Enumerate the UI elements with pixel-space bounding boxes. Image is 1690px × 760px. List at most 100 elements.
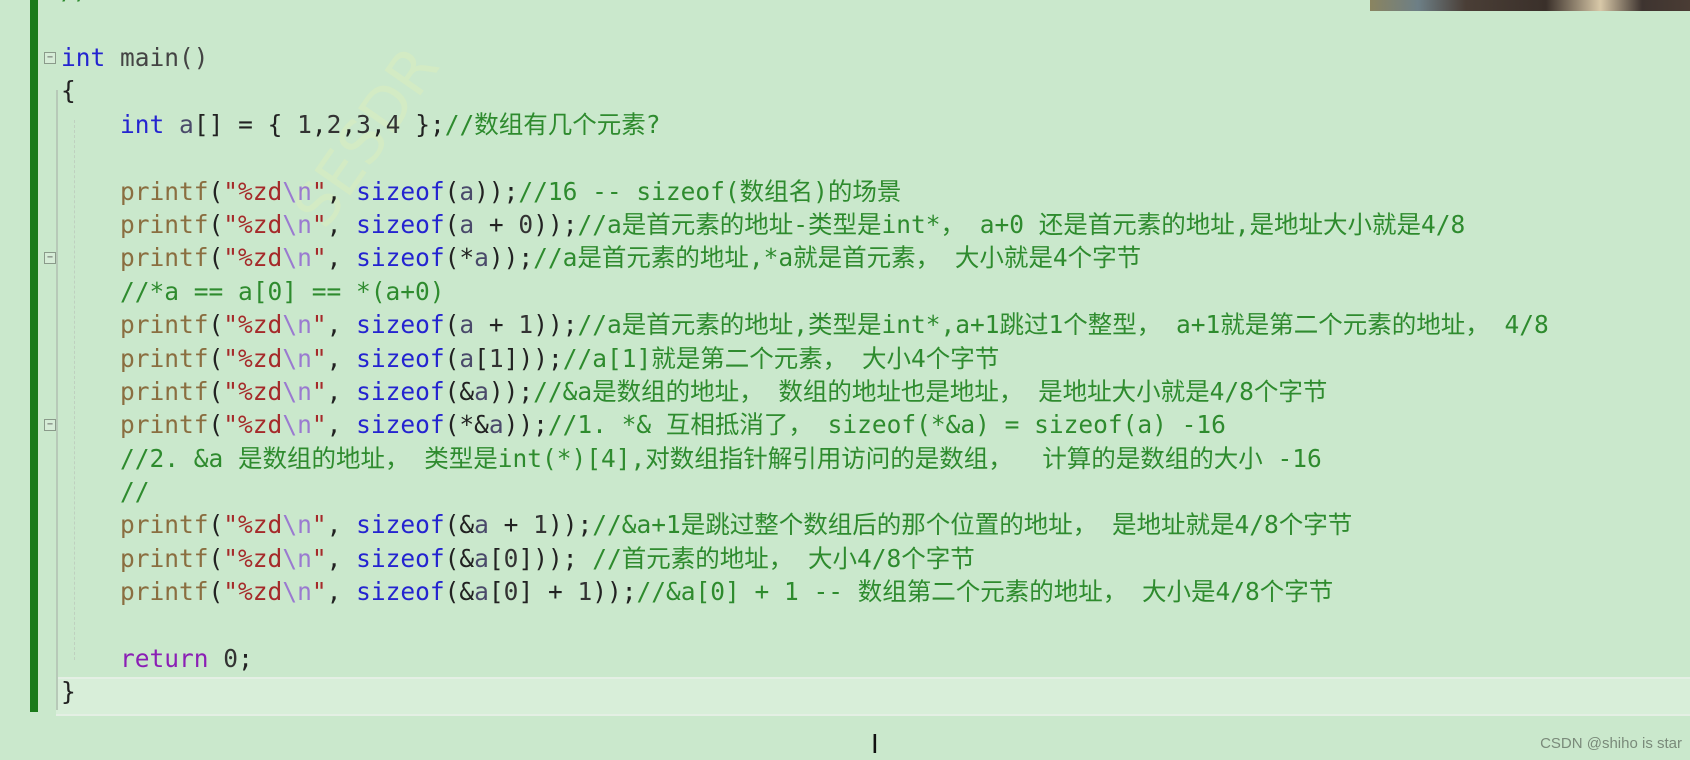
code-token: \n <box>282 376 312 406</box>
code-token: sizeof <box>356 543 445 573</box>
code-token: sizeof <box>356 209 445 239</box>
code-token: " <box>311 510 327 540</box>
code-token: )); <box>547 510 593 540</box>
code-line[interactable]: printf("%zd\n", sizeof(a));//16 -- sizeo… <box>61 175 1549 208</box>
code-comment: //*a == a[0] == *(a+0) <box>120 276 445 306</box>
code-editor[interactable]: //−int main(){ int a[] = { 1,2,3,4 };//数… <box>44 0 1549 742</box>
code-token: \n <box>282 310 312 340</box>
code-comment: //数组有几个元素? <box>444 109 661 139</box>
code-line[interactable]: } <box>61 675 1549 708</box>
code-token: " <box>311 243 327 273</box>
code-line[interactable] <box>61 609 1549 642</box>
collapse-box-icon[interactable]: − <box>44 419 56 432</box>
code-token: sizeof <box>356 577 445 607</box>
code-token: a <box>459 176 475 206</box>
code-token: , <box>326 209 357 239</box>
code-token: (& <box>444 510 475 540</box>
code-line[interactable]: // <box>61 475 1549 508</box>
code-token: ( <box>208 343 224 373</box>
code-token: \n <box>282 510 312 540</box>
code-line[interactable]: − printf("%zd\n", sizeof(*&a));//1. *& 互… <box>44 408 1549 441</box>
code-line[interactable]: printf("%zd\n", sizeof(a[1]));//a[1]就是第二… <box>61 342 1549 375</box>
code-line[interactable]: printf("%zd\n", sizeof(a + 0));//a是首元素的地… <box>61 208 1549 241</box>
code-token: ( <box>208 510 224 540</box>
csdn-watermark: CSDN @shiho is star <box>1540 735 1682 752</box>
code-comment: //&a[0] + 1 -- 数组第二个元素的地址， 大小是4/8个字节 <box>636 577 1334 607</box>
code-token: )); <box>474 176 519 206</box>
code-line[interactable]: return 0; <box>61 642 1549 675</box>
code-token: 0 <box>503 543 519 573</box>
code-comment: //a是首元素的地址-类型是int*， a+0 还是首元素的地址,是地址大小就是… <box>577 209 1466 239</box>
code-token: a <box>474 543 489 573</box>
code-token: sizeof <box>356 510 445 540</box>
code-token: ] + <box>518 577 578 607</box>
code-token: (* <box>444 243 475 273</box>
code-line[interactable]: //*a == a[0] == *(a+0) <box>61 275 1549 308</box>
code-token: "%zd <box>223 343 283 373</box>
code-token: ( <box>208 410 224 440</box>
code-token: "%zd <box>223 310 283 340</box>
code-token: 2 <box>326 109 342 139</box>
code-line[interactable]: int a[] = { 1,2,3,4 };//数组有几个元素? <box>61 108 1549 141</box>
code-line[interactable] <box>61 8 1549 41</box>
code-token: ( <box>444 209 460 239</box>
code-token: 1 <box>533 510 548 540</box>
code-line[interactable] <box>61 141 1549 174</box>
collapse-box-icon[interactable]: − <box>44 52 56 64</box>
collapse-box-icon[interactable]: − <box>44 252 56 265</box>
code-line[interactable]: printf("%zd\n", sizeof(a + 1));//a是首元素的地… <box>61 308 1549 341</box>
code-comment: //a[1]就是第二个元素， 大小4个字节 <box>562 343 1000 373</box>
code-token: printf <box>120 510 209 540</box>
code-token: a <box>459 343 475 373</box>
code-token: ( <box>208 176 224 206</box>
code-token: , <box>370 109 386 139</box>
code-token: ( <box>208 310 224 340</box>
code-line[interactable]: { <box>61 74 1549 107</box>
code-line[interactable]: //2. &a 是数组的地址， 类型是int(*)[4],对数组指针解引用访问的… <box>61 442 1549 475</box>
code-token: "%zd <box>223 176 283 206</box>
code-token: , <box>326 376 357 406</box>
code-token: ])); <box>503 343 563 373</box>
code-token: )); <box>533 310 578 340</box>
code-token: + <box>488 510 534 540</box>
code-token: )); <box>488 376 534 406</box>
code-token: , <box>326 176 357 206</box>
code-token: sizeof <box>356 343 445 373</box>
code-line[interactable]: − printf("%zd\n", sizeof(*a));//a是首元素的地址… <box>44 241 1549 274</box>
code-line[interactable]: // <box>61 0 91 8</box>
code-token: int <box>61 43 106 72</box>
code-token: " <box>311 209 327 239</box>
code-token: "%zd <box>223 209 283 239</box>
code-token: ( <box>444 343 460 373</box>
code-token: a <box>474 376 489 406</box>
code-token: [ <box>488 577 504 607</box>
code-token: ; <box>238 644 253 674</box>
code-token: printf <box>120 577 209 607</box>
code-comment: //1. *& 互相抵消了， sizeof(*&a) = sizeof(a) -… <box>547 410 1226 440</box>
code-token: a <box>488 410 504 440</box>
code-token: " <box>311 176 327 206</box>
code-token: , <box>326 577 357 607</box>
code-line[interactable]: − int main() <box>44 41 1549 74</box>
code-line[interactable]: printf("%zd\n", sizeof(&a[0] + 1));//&a[… <box>61 575 1549 608</box>
change-indicator-bar <box>30 0 38 712</box>
code-line[interactable]: printf("%zd\n", sizeof(&a[0])); //首元素的地址… <box>61 542 1549 575</box>
code-token: a <box>459 209 475 239</box>
code-line[interactable]: printf("%zd\n", sizeof(&a + 1));//&a+1是跳… <box>61 508 1549 541</box>
code-token: \n <box>282 577 312 607</box>
code-comment: // <box>120 477 150 507</box>
code-comment: //&a+1是跳过整个数组后的那个位置的地址， 是地址就是4/8个字节 <box>592 510 1353 540</box>
code-token: ( <box>208 209 224 239</box>
code-token: \n <box>282 543 312 573</box>
code-line[interactable]: printf("%zd\n", sizeof(&a));//&a是数组的地址， … <box>61 375 1549 408</box>
code-token: "%zd <box>223 543 283 573</box>
code-comment: //2. &a 是数组的地址， 类型是int(*)[4],对数组指针解引用访问的… <box>120 443 1322 473</box>
